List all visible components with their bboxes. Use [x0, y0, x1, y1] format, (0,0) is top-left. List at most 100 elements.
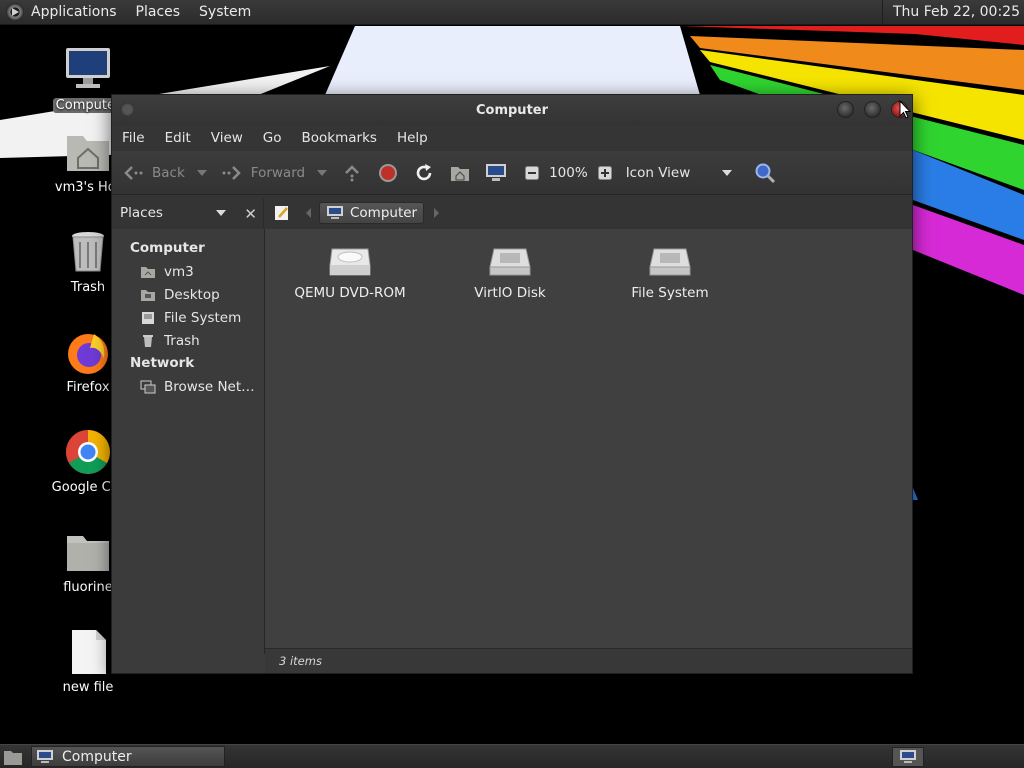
trash-icon [140, 333, 156, 349]
computer-icon [326, 205, 344, 220]
system-menu[interactable]: System [199, 4, 251, 20]
content-area: Computer vm3 Desktop File System Trash N… [112, 229, 912, 654]
computer-icon [36, 749, 54, 764]
menu-file[interactable]: File [122, 130, 145, 146]
sidebar-item-browse-network[interactable]: Browse Net… [112, 375, 264, 398]
home-folder-icon [64, 128, 112, 176]
zoom-in-icon[interactable] [594, 162, 616, 184]
sidebar-item-label: vm3 [164, 263, 194, 280]
forward-button[interactable]: Forward [221, 162, 328, 184]
path-scroll-right-icon[interactable] [434, 207, 440, 218]
window-title: Computer [475, 102, 549, 118]
sidebar-item-desktop[interactable]: Desktop [112, 283, 264, 306]
computer-icon [64, 46, 112, 94]
optical-drive-icon [329, 248, 371, 276]
menu-view[interactable]: View [211, 130, 243, 146]
path-segment-computer[interactable]: Computer [319, 201, 425, 224]
places-label: Places [120, 204, 163, 221]
back-button[interactable]: Back [122, 162, 207, 184]
search-icon [754, 162, 776, 184]
maximize-button[interactable] [864, 101, 881, 118]
clock[interactable]: Thu Feb 22, 00:25 [881, 0, 1020, 25]
menu-edit[interactable]: Edit [165, 130, 191, 146]
sidebar-heading-computer[interactable]: Computer [112, 237, 264, 260]
edit-location-icon[interactable] [272, 203, 292, 223]
menubar: File Edit View Go Bookmarks Help [112, 125, 912, 151]
drive-icon [140, 310, 156, 326]
sidebar-item-label: Browse Net… [164, 378, 255, 395]
sidebar-item-file-system[interactable]: File System [112, 306, 264, 329]
places-sidebar: Computer vm3 Desktop File System Trash N… [112, 229, 265, 654]
file-manager-window: Computer File Edit View Go Bookmarks Hel… [111, 94, 913, 674]
window-titlebar[interactable]: Computer [112, 95, 912, 125]
trash-icon [64, 228, 112, 276]
path-bar: Computer [272, 201, 440, 224]
back-arrow-icon [122, 162, 144, 184]
workspace-switcher-computer-icon[interactable] [892, 746, 924, 767]
sidebar-heading-network[interactable]: Network [112, 352, 264, 375]
forward-arrow-icon [221, 162, 243, 184]
chevron-down-icon [721, 169, 732, 176]
computer-icon [485, 162, 507, 184]
taskbar-window-label: Computer [62, 748, 132, 765]
desktop-folder-icon [140, 287, 156, 303]
chevron-down-icon [216, 209, 226, 216]
back-history-dropdown-icon[interactable] [196, 169, 207, 176]
stop-icon [377, 162, 399, 184]
file-item-virtio-disk[interactable]: VirtIO Disk [445, 243, 575, 301]
file-item-qemu-dvd-rom[interactable]: QEMU DVD-ROM [285, 243, 415, 301]
home-folder-icon [140, 264, 156, 280]
view-mode-value: Icon View [625, 164, 691, 181]
sidebar-item-trash[interactable]: Trash [112, 329, 264, 352]
view-mode-select[interactable]: Icon View [626, 165, 732, 181]
file-item-label: VirtIO Disk [474, 285, 546, 301]
sidebar-type-select[interactable]: Places [120, 202, 232, 224]
zoom-out-icon[interactable] [521, 162, 543, 184]
minimize-button[interactable] [837, 101, 854, 118]
top-panel: Applications Places System Thu Feb 22, 0… [0, 0, 1024, 25]
home-button[interactable] [449, 162, 471, 184]
home-folder-icon [449, 162, 471, 184]
menu-go[interactable]: Go [263, 130, 282, 146]
network-icon [140, 379, 156, 395]
path-scroll-left-icon[interactable] [306, 207, 311, 218]
file-item-label: QEMU DVD-ROM [294, 285, 406, 301]
window-menu-button[interactable] [120, 102, 135, 117]
file-view[interactable]: QEMU DVD-ROM VirtIO Disk File System [265, 229, 912, 654]
distro-logo-icon[interactable] [6, 3, 24, 21]
file-item-file-system[interactable]: File System [605, 243, 735, 301]
zoom-level: 100% [549, 164, 588, 181]
mouse-cursor-icon [899, 100, 911, 119]
status-bar: 3 items [265, 648, 912, 673]
stop-button[interactable] [377, 162, 399, 184]
file-icon [64, 628, 112, 676]
show-desktop-icon[interactable] [3, 748, 23, 766]
sidebar-item-label: File System [164, 309, 242, 326]
chrome-icon [64, 428, 112, 476]
toolbar: Back Forward 100% Icon View [112, 151, 912, 195]
search-button[interactable] [754, 162, 776, 184]
file-item-label: File System [631, 285, 709, 301]
desktop-icon-label: fluorine [63, 580, 113, 595]
taskbar-window-computer[interactable]: Computer [31, 746, 225, 767]
places-menu[interactable]: Places [136, 4, 181, 20]
path-segment-label: Computer [350, 204, 418, 221]
reload-button[interactable] [413, 162, 435, 184]
up-arrow-icon [341, 162, 363, 184]
forward-history-dropdown-icon[interactable] [317, 169, 328, 176]
menu-bookmarks[interactable]: Bookmarks [302, 130, 377, 146]
sidebar-item-vm3[interactable]: vm3 [112, 260, 264, 283]
sidebar-item-label: Trash [164, 332, 200, 349]
folder-icon [64, 528, 112, 576]
desktop-icon-label: Firefox [66, 380, 110, 395]
hard-disk-icon [489, 248, 531, 276]
reload-icon [413, 162, 435, 184]
close-sidebar-icon[interactable]: ✕ [244, 205, 257, 223]
applications-menu[interactable]: Applications [31, 4, 117, 20]
firefox-icon [64, 328, 112, 376]
computer-button[interactable] [485, 162, 507, 184]
menu-help[interactable]: Help [397, 130, 428, 146]
hard-disk-icon [649, 248, 691, 276]
up-button[interactable] [341, 162, 363, 184]
zoom-controls: 100% [521, 162, 616, 184]
